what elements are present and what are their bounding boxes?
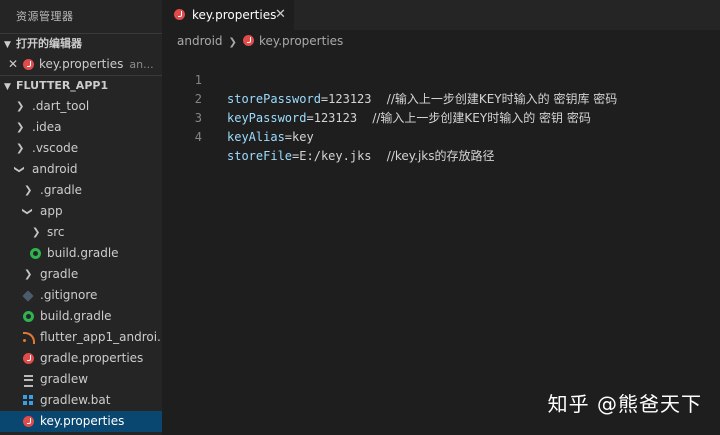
- close-icon[interactable]: ✕: [275, 0, 286, 30]
- tree-item-label: gradle: [40, 267, 79, 281]
- open-editors-header[interactable]: ▼ 打开的编辑器: [0, 33, 162, 54]
- tree-item-label: flutter_app1_androi...: [40, 330, 162, 344]
- tree-item-label: android: [32, 162, 78, 176]
- explorer-sidebar: 资源管理器 ▼ 打开的编辑器 ✕ key.properties an... ▼ FLU…: [0, 0, 162, 435]
- chevron-right-icon: ❯: [16, 101, 25, 112]
- open-editor-item[interactable]: ✕ key.properties an...: [0, 54, 162, 75]
- chevron-right-icon: ❯: [24, 269, 33, 280]
- tree-item-label: .dart_tool: [32, 99, 90, 113]
- tree-item-label: .gradle: [40, 183, 83, 197]
- breadcrumb: android ❯ key.properties: [162, 30, 720, 52]
- tree-item-app-build-gradle[interactable]: build.gradle: [0, 243, 162, 264]
- chevron-down-icon: ❯: [13, 165, 25, 174]
- tree-item-label: build.gradle: [40, 309, 112, 323]
- chevron-right-icon: ❯: [32, 227, 41, 238]
- tree-item-app[interactable]: ❯ app: [0, 201, 162, 222]
- editor-area: key.properties ✕ android ❯ key.properties …: [162, 0, 720, 435]
- windows-icon: [23, 395, 34, 406]
- tree-item-android[interactable]: ❯ android: [0, 159, 162, 180]
- tree-item-gradlew-bat[interactable]: gradlew.bat: [0, 390, 162, 411]
- tree-item-label: .idea: [32, 120, 62, 134]
- gradle-icon: [23, 311, 34, 322]
- explorer-title: 资源管理器: [16, 10, 74, 23]
- code-line: 4 storeFile = E:/key.jks //key.jks的存放路径: [162, 109, 720, 163]
- property-value: E:/key.jks: [299, 149, 372, 163]
- tree-item-label: src: [47, 225, 65, 239]
- chevron-right-icon: ❯: [16, 143, 25, 154]
- code-editor[interactable]: 1 storePassword=123123 //输入上一步创建KEY时输入的 …: [162, 52, 720, 163]
- chevron-right-icon: ❯: [228, 37, 237, 48]
- chevron-right-icon: ❯: [16, 122, 25, 133]
- property-key: keyAlias: [227, 130, 285, 144]
- properties-file-icon: [23, 59, 34, 70]
- tree-item-label: gradle.properties: [40, 351, 144, 365]
- code-line: 1 storePassword=123123 //输入上一步创建KEY时输入的 …: [162, 52, 720, 106]
- tree-item-flutter-app1-android[interactable]: flutter_app1_androi...: [0, 327, 162, 348]
- watermark: 知乎 @熊爸天下: [547, 392, 702, 416]
- tree-item-label: gradlew.bat: [40, 393, 111, 407]
- vscode-window: 资源管理器 ▼ 打开的编辑器 ✕ key.properties an... ▼ FLU…: [0, 0, 720, 435]
- code-line: 2 keyPassword=123123 //输入上一步创建KEY时输入的 密钥…: [162, 71, 720, 125]
- tree-item-gradlew[interactable]: gradlew: [0, 369, 162, 390]
- chevron-down-icon: ❯: [21, 207, 33, 216]
- tree-item-dart-tool[interactable]: ❯ .dart_tool: [0, 96, 162, 117]
- tree-item-label: app: [40, 204, 63, 218]
- properties-file-icon: [174, 9, 185, 20]
- project-label: FLUTTER_APP1: [16, 79, 109, 92]
- open-editor-desc: an...: [129, 58, 154, 71]
- breadcrumb-folder[interactable]: android: [177, 34, 223, 48]
- line-number: 4: [194, 130, 202, 144]
- rss-icon: [23, 332, 35, 344]
- tree-item-src[interactable]: ❯ src: [0, 222, 162, 243]
- properties-file-icon: [23, 416, 34, 427]
- property-value: key: [292, 130, 314, 144]
- tree-item-label: build.gradle: [47, 246, 119, 260]
- tree-item-idea[interactable]: ❯ .idea: [0, 117, 162, 138]
- project-header[interactable]: ▼ FLUTTER_APP1: [0, 75, 162, 96]
- tree-item-gradle[interactable]: ❯ gradle: [0, 264, 162, 285]
- tree-item-gradle-properties[interactable]: gradle.properties: [0, 348, 162, 369]
- tree-item-vscode[interactable]: ❯ .vscode: [0, 138, 162, 159]
- chevron-right-icon: ❯: [24, 185, 33, 196]
- properties-file-icon: [23, 353, 34, 364]
- tab-key-properties[interactable]: key.properties ✕: [162, 0, 294, 30]
- property-key: storeFile: [227, 149, 293, 163]
- tree-item-label: .gitignore: [40, 288, 98, 302]
- gradle-icon: [30, 248, 41, 259]
- breadcrumb-file[interactable]: key.properties: [259, 34, 343, 48]
- tree-item-build-gradle[interactable]: build.gradle: [0, 306, 162, 327]
- tree-item-key-properties[interactable]: key.properties: [0, 411, 162, 432]
- tree-item-gradle-folder[interactable]: ❯ .gradle: [0, 180, 162, 201]
- tree-item-label: key.properties: [40, 414, 125, 428]
- tab-bar: key.properties ✕: [162, 0, 720, 30]
- git-icon: [22, 290, 34, 302]
- chevron-down-icon: ▼: [4, 40, 11, 50]
- open-editor-name: key.properties: [39, 57, 124, 71]
- open-editors-label: 打开的编辑器: [16, 37, 82, 50]
- code-line: 3 keyAlias=key: [162, 90, 720, 144]
- tab-label: key.properties: [192, 8, 277, 22]
- lines-icon: [23, 374, 34, 387]
- close-icon[interactable]: ✕: [8, 54, 18, 75]
- equals-sign: =: [284, 130, 293, 144]
- properties-file-icon: [242, 35, 254, 46]
- tree-item-gitignore[interactable]: .gitignore: [0, 285, 162, 306]
- chevron-down-icon: ▼: [4, 82, 11, 92]
- tree-item-label: gradlew: [40, 372, 89, 386]
- comment-text: //key.jks的存放路径: [371, 149, 495, 163]
- tree-item-label: .vscode: [32, 141, 79, 155]
